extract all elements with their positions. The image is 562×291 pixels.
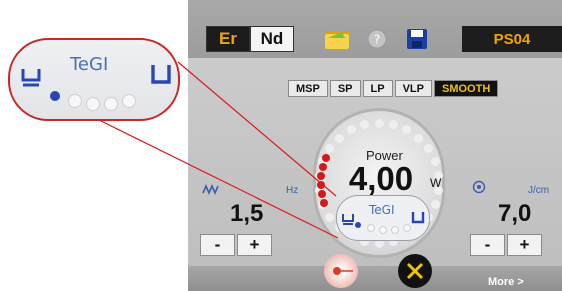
mode-vlp-button[interactable]: VLP — [394, 80, 432, 97]
tegi-level-dot — [367, 224, 375, 232]
handpiece-right-icon — [150, 62, 172, 93]
svg-text:?: ? — [374, 33, 380, 47]
target-icon — [472, 180, 486, 199]
more-button[interactable]: More > — [488, 276, 524, 288]
dial-ring-dot — [430, 199, 440, 209]
tegi-level-dot-active — [50, 91, 60, 101]
tegi-level-dot — [122, 94, 136, 108]
dial-ring-dot — [346, 125, 356, 135]
frequency-plus-button[interactable]: + — [237, 234, 272, 256]
dial-ring-dot — [414, 133, 424, 143]
handpiece-right-icon — [411, 210, 425, 231]
fluence-unit: J/cm — [528, 185, 550, 196]
mode-nd-button[interactable]: Nd — [250, 26, 294, 52]
frequency-stepper: - + — [200, 234, 272, 256]
frequency-value: 1,5 — [230, 200, 264, 227]
mode-msp-button[interactable]: MSP — [288, 80, 328, 97]
pulse-mode-selector: MSP SP LP VLP SMOOTH — [288, 80, 499, 97]
tegi-indicator-magnified: TeGI — [8, 38, 180, 121]
mode-sp-button[interactable]: SP — [329, 80, 361, 97]
dial-ring-dot — [430, 157, 440, 167]
tegi-level-dot-active — [355, 222, 361, 228]
fluence-value: 7,0 — [498, 200, 532, 227]
power-unit: W — [430, 176, 442, 190]
tegi-label-large: TeGI — [70, 54, 109, 75]
handpiece-left-icon — [20, 66, 42, 95]
fluence-plus-button[interactable]: + — [507, 234, 542, 256]
tegi-level-dot — [86, 97, 100, 111]
tegi-level-dot — [391, 226, 399, 234]
help-icon[interactable]: ? — [362, 26, 392, 52]
frequency-minus-button[interactable]: - — [200, 234, 235, 256]
preset-display[interactable]: PS04 — [462, 26, 562, 52]
tegi-level-dot — [403, 224, 411, 232]
mode-smooth-button[interactable]: SMOOTH — [434, 80, 499, 97]
laser-control-panel: Er Nd ? PS04 MSP SP LP VLP SMOOTH Power … — [188, 0, 562, 291]
dial-ring-dot — [374, 118, 384, 128]
frequency-unit: Hz — [286, 185, 299, 196]
tegi-level-dot — [68, 94, 82, 108]
tegi-label-small: TeGI — [369, 203, 395, 217]
dial-level-dot-active — [317, 181, 326, 190]
fluence-stepper: - + — [470, 234, 542, 256]
mode-er-button[interactable]: Er — [206, 26, 250, 52]
laser-aim-icon[interactable] — [324, 254, 358, 288]
wave-icon — [202, 182, 220, 200]
mode-lp-button[interactable]: LP — [362, 80, 393, 97]
folder-icon[interactable] — [322, 26, 352, 52]
fluence-minus-button[interactable]: - — [470, 234, 505, 256]
power-value: 4,00 — [348, 160, 414, 197]
tegi-level-dot — [379, 226, 387, 234]
tegi-level-dot — [104, 97, 118, 111]
dial-ring-dot — [334, 133, 344, 143]
tools-icon[interactable] — [398, 254, 432, 288]
dial-ring-dot — [325, 212, 335, 222]
save-icon[interactable] — [402, 26, 432, 52]
handpiece-left-icon — [341, 212, 355, 231]
tegi-indicator-small[interactable]: TeGI — [336, 195, 430, 241]
